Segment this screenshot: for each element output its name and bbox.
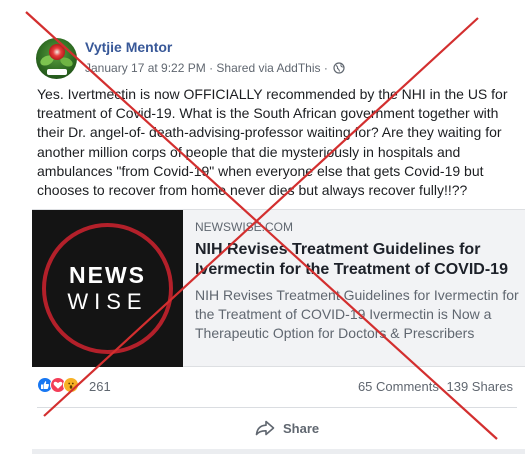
link-preview-card[interactable]: NEWS WISE NEWSWISE.COM NIH Revises Treat… [32, 209, 525, 367]
shares-count[interactable]: 139 Shares [447, 379, 514, 394]
post-timestamp[interactable]: January 17 at 9:22 PM [85, 61, 206, 75]
share-arrow-icon [255, 420, 275, 436]
post-meta: January 17 at 9:22 PM · Shared via AddTh… [85, 60, 345, 75]
author-name[interactable]: Vytjie Mentor [85, 39, 172, 55]
comments-count[interactable]: 65 Comments [358, 379, 439, 394]
engagement-counts: 65 Comments 139 Shares [354, 379, 513, 394]
link-description: NIH Revises Treatment Guidelines for Ive… [195, 287, 519, 341]
action-divider [37, 407, 517, 408]
link-thumbnail[interactable]: NEWS WISE [32, 210, 183, 367]
bottom-bar [32, 449, 525, 454]
link-headline[interactable]: NIH Revises Treatment Guidelines for Ive… [195, 240, 520, 280]
avatar-flower [49, 44, 65, 60]
post-body-text: Yes. Ivertmectin is now OFFICIALLY recom… [37, 86, 508, 199]
reactions-count[interactable]: 261 [89, 379, 111, 394]
author-avatar[interactable] [36, 38, 77, 79]
avatar-tag [47, 69, 67, 75]
link-domain: NEWSWISE.COM [195, 220, 293, 234]
link-card-body[interactable]: NEWSWISE.COM NIH Revises Treatment Guide… [195, 220, 520, 343]
reactions-bar: 261 65 Comments 139 Shares [37, 377, 517, 395]
thumbnail-logo-wise: WISE [67, 289, 148, 314]
thumbnail-logo-news: NEWS [69, 262, 146, 288]
wow-reaction-icon [63, 377, 79, 393]
shared-via-text: · Shared via AddThis · [209, 60, 328, 75]
globe-icon[interactable] [333, 62, 345, 74]
share-label: Share [283, 420, 320, 436]
post-header: Vytjie Mentor January 17 at 9:22 PM · Sh… [36, 38, 516, 80]
share-button[interactable]: Share [255, 417, 319, 439]
